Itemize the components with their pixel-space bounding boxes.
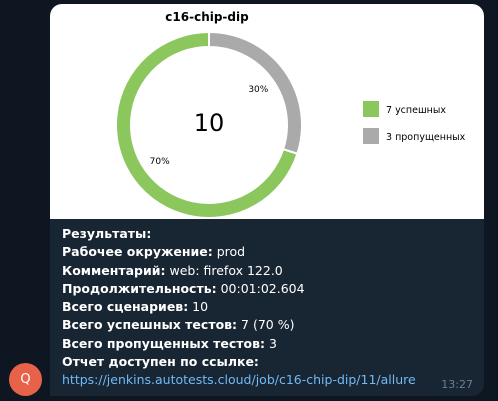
message-text: Результаты: Рабочее окружение: prod Коммен… bbox=[62, 225, 482, 390]
message-line: Отчет доступен по ссылке: bbox=[62, 353, 482, 371]
message-line: Рабочее окружение: prod bbox=[62, 243, 482, 261]
slice-percent-label: 30% bbox=[248, 85, 268, 95]
message-bubble: c16-chip-dip 10 70% 30% 7 успешных 3 пропу… bbox=[50, 4, 484, 396]
donut-chart: c16-chip-dip 10 70% 30% 7 успешных 3 пропу… bbox=[115, 10, 466, 219]
field-value: 7 (70 %) bbox=[237, 317, 295, 333]
field-value: prod bbox=[212, 244, 246, 260]
field-label: Отчет доступен по ссылке: bbox=[62, 354, 259, 370]
message-line: Продолжительность: 00:01:02.604 bbox=[62, 280, 482, 298]
legend: 7 успешных 3 пропущенных bbox=[363, 101, 466, 144]
legend-label: 3 пропущенных bbox=[386, 132, 466, 143]
field-label: Всего сценариев: bbox=[62, 299, 189, 315]
field-value: 10 bbox=[188, 299, 209, 315]
legend-swatch bbox=[363, 128, 379, 144]
donut-center-total: 10 bbox=[194, 109, 225, 137]
avatar-letter: Q bbox=[20, 372, 31, 387]
field-label: Всего успешных тестов: bbox=[62, 317, 238, 333]
legend-swatch bbox=[363, 101, 379, 117]
field-label: Всего пропущенных тестов: bbox=[62, 335, 266, 351]
sender-avatar[interactable]: Q bbox=[9, 363, 42, 396]
message-line: Комментарий: web: firefox 122.0 bbox=[62, 262, 482, 280]
message-line: Всего пропущенных тестов: 3 bbox=[62, 335, 482, 353]
field-label: Рабочее окружение: bbox=[62, 244, 213, 260]
chart-image[interactable]: c16-chip-dip 10 70% 30% 7 успешных 3 пропу… bbox=[50, 4, 484, 219]
slice-percent-label: 70% bbox=[150, 157, 170, 167]
field-value: 3 bbox=[265, 335, 277, 351]
message-timestamp: 13:27 bbox=[441, 378, 473, 391]
message-line: Всего сценариев: 10 bbox=[62, 298, 482, 316]
message-line: Всего успешных тестов: 7 (70 %) bbox=[62, 316, 482, 334]
field-value: web: firefox 122.0 bbox=[165, 262, 283, 278]
field-label: Комментарий: bbox=[62, 262, 166, 278]
field-label: Результаты: bbox=[62, 226, 152, 241]
field-value: 00:01:02.604 bbox=[216, 280, 305, 296]
field-label: Продолжительность: bbox=[62, 280, 217, 296]
legend-label: 7 успешных bbox=[386, 105, 446, 116]
chart-title: c16-chip-dip bbox=[165, 10, 249, 24]
message-line: Результаты: bbox=[62, 225, 482, 243]
report-link[interactable]: https://jenkins.autotests.cloud/job/c16-… bbox=[62, 372, 416, 387]
